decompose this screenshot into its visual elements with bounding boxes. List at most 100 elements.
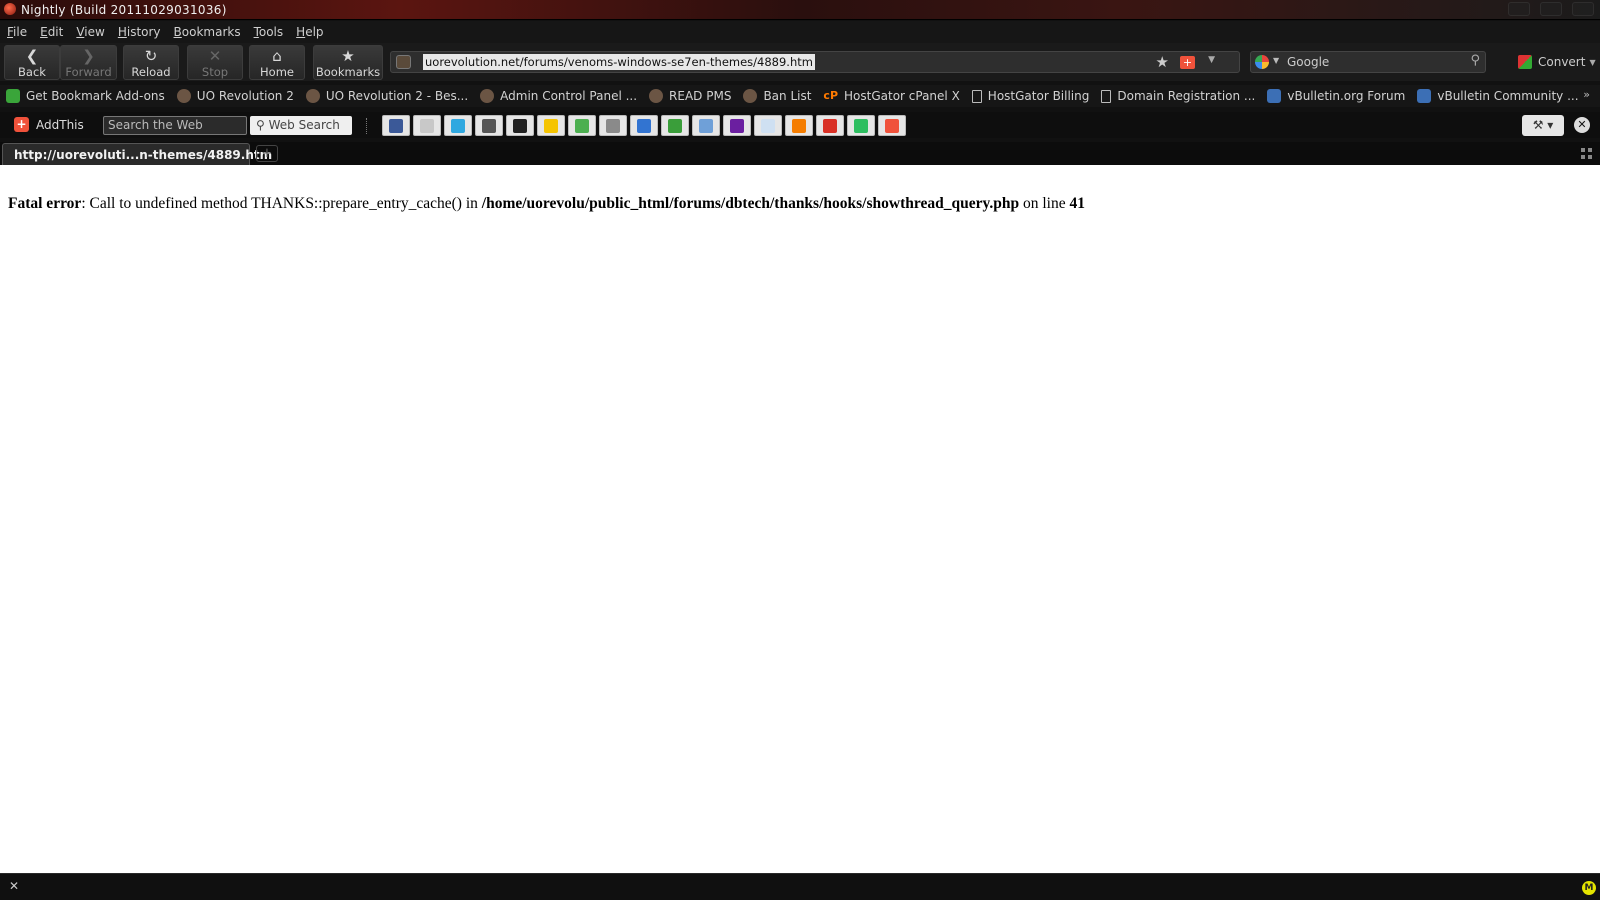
more-icon[interactable] bbox=[878, 115, 906, 136]
google-engine-icon[interactable] bbox=[1255, 55, 1269, 69]
addthis-button[interactable]: + AddThis bbox=[14, 117, 84, 132]
google-icon[interactable] bbox=[568, 115, 596, 136]
menu-edit[interactable]: Edit bbox=[40, 25, 63, 39]
minimize-button[interactable] bbox=[1508, 2, 1530, 16]
yahoo-icon[interactable] bbox=[723, 115, 751, 136]
delicious-icon[interactable] bbox=[630, 115, 658, 136]
digg-icon[interactable] bbox=[599, 115, 627, 136]
close-window-button[interactable] bbox=[1572, 2, 1594, 16]
convert-icon bbox=[1518, 55, 1532, 69]
uo-favicon-icon bbox=[176, 89, 191, 103]
twitter-icon[interactable] bbox=[444, 115, 472, 136]
search-bar[interactable]: ▼ Google ⚲ bbox=[1250, 51, 1486, 73]
convert-label: Convert bbox=[1538, 55, 1586, 69]
php-fatal-error: Fatal error: Call to undefined method TH… bbox=[8, 195, 1085, 213]
web-search-button[interactable]: ⚲ Web Search bbox=[250, 116, 352, 135]
tab-strip: http://uorevoluti...n-themes/4889.htm + bbox=[0, 142, 1600, 165]
bookmarks-toolbar: Get Bookmark Add-ons UO Revolution 2 UO … bbox=[0, 85, 1600, 107]
menu-bookmarks[interactable]: Bookmarks bbox=[174, 25, 241, 39]
uo-favicon-icon bbox=[649, 89, 664, 103]
stumbleupon-icon[interactable] bbox=[661, 115, 689, 136]
back-arrow-icon: ❮ bbox=[25, 47, 39, 65]
bookmark-uo-revolution-2[interactable]: UO Revolution 2 bbox=[176, 89, 294, 103]
error-file-path: /home/uorevolu/public_html/forums/dbtech… bbox=[481, 195, 1020, 212]
reload-icon: ↻ bbox=[144, 47, 158, 65]
close-toolbar-icon[interactable]: ✕ bbox=[1574, 117, 1590, 133]
status-bar: ✕ M bbox=[0, 873, 1600, 900]
bookmark-vbulletin-community[interactable]: vBulletin Community ... bbox=[1417, 89, 1579, 103]
url-history-dropdown-icon[interactable]: ▼ bbox=[1208, 55, 1215, 65]
forward-arrow-icon: ❯ bbox=[82, 47, 95, 65]
home-icon: ⌂ bbox=[272, 47, 282, 65]
home-button[interactable]: ⌂ Home bbox=[249, 45, 305, 80]
stop-icon: ✕ bbox=[208, 47, 222, 65]
tab-current[interactable]: http://uorevoluti...n-themes/4889.htm bbox=[2, 143, 272, 165]
friendfeed-icon[interactable] bbox=[692, 115, 720, 136]
vbulletin-icon bbox=[1267, 89, 1282, 103]
gmail-icon[interactable] bbox=[816, 115, 844, 136]
page-icon bbox=[971, 89, 982, 103]
addon-status-icon[interactable]: M bbox=[1582, 881, 1596, 895]
search-magnifier-icon[interactable]: ⚲ bbox=[1470, 53, 1480, 68]
menu-view[interactable]: View bbox=[76, 25, 104, 39]
menu-history[interactable]: History bbox=[118, 25, 161, 39]
menu-file[interactable]: File bbox=[7, 25, 27, 39]
list-all-tabs-icon[interactable] bbox=[1581, 148, 1592, 159]
addthis-options-button[interactable]: ⚒ ▾ bbox=[1522, 115, 1564, 136]
convert-button[interactable]: Convert ▼ bbox=[1518, 55, 1596, 69]
bookmark-hostgator-billing[interactable]: HostGator Billing bbox=[971, 89, 1089, 103]
back-button[interactable]: ❮ Back bbox=[4, 45, 60, 80]
share-services bbox=[382, 115, 909, 136]
bookmark-get-addons[interactable]: Get Bookmark Add-ons bbox=[6, 89, 165, 103]
page-icon bbox=[1101, 89, 1112, 103]
navigation-toolbar: ❮ Back ❯ Forward ↻ Reload ✕ Stop ⌂ Home … bbox=[0, 43, 1600, 81]
bookmark-hostgator-cpanel[interactable]: cP HostGator cPanel X bbox=[823, 89, 959, 103]
uo-favicon-icon bbox=[743, 89, 758, 103]
addthis-plus-icon: + bbox=[14, 117, 29, 132]
bookmark-admin-control-panel[interactable]: Admin Control Panel ... bbox=[480, 89, 637, 103]
myspace-icon[interactable] bbox=[506, 115, 534, 136]
blogger-icon[interactable] bbox=[785, 115, 813, 136]
cpanel-icon: cP bbox=[823, 89, 839, 102]
error-line-number: 41 bbox=[1069, 195, 1085, 212]
evernote-icon[interactable] bbox=[847, 115, 875, 136]
close-findbar-icon[interactable]: ✕ bbox=[9, 879, 19, 893]
addthis-search-input[interactable]: Search the Web bbox=[103, 116, 247, 135]
menu-tools[interactable]: Tools bbox=[254, 25, 284, 39]
maximize-button[interactable] bbox=[1540, 2, 1562, 16]
bookmark-domain-registration[interactable]: Domain Registration ... bbox=[1101, 89, 1255, 103]
bookmark-uo-revolution-2-best[interactable]: UO Revolution 2 - Bes... bbox=[305, 89, 468, 103]
vbulletin-icon bbox=[1417, 89, 1432, 103]
addthis-share-icon[interactable]: + bbox=[1180, 56, 1195, 69]
search-engine-name: Google bbox=[1287, 55, 1330, 69]
error-message: : Call to undefined method THANKS::prepa… bbox=[81, 195, 482, 212]
uo-favicon-icon bbox=[480, 89, 495, 103]
menu-help[interactable]: Help bbox=[296, 25, 323, 39]
menu-bar: File Edit View History Bookmarks Tools H… bbox=[0, 21, 1600, 43]
nightly-logo-icon bbox=[4, 3, 16, 15]
puzzle-icon bbox=[6, 89, 20, 103]
toolbar-separator bbox=[366, 118, 368, 134]
error-line-text: on line bbox=[1019, 195, 1070, 212]
site-identity-icon[interactable] bbox=[396, 55, 411, 69]
bookmark-read-pms[interactable]: READ PMS bbox=[649, 89, 731, 103]
bookmark-ban-list[interactable]: Ban List bbox=[743, 89, 811, 103]
print-icon[interactable] bbox=[475, 115, 503, 136]
email-icon[interactable] bbox=[413, 115, 441, 136]
bookmark-vbulletin-org-forum[interactable]: vBulletin.org Forum bbox=[1267, 89, 1405, 103]
forward-button[interactable]: ❯ Forward bbox=[60, 45, 117, 80]
new-tab-button[interactable]: + bbox=[256, 145, 278, 162]
bookmark-page-star-icon[interactable]: ★ bbox=[1156, 53, 1169, 71]
favorites-icon[interactable] bbox=[537, 115, 565, 136]
bookmark-star-icon: ★ bbox=[341, 47, 355, 65]
reddit-icon[interactable] bbox=[754, 115, 782, 136]
url-bar[interactable]: uorevolution.net/forums/venoms-windows-s… bbox=[390, 51, 1240, 73]
reload-button[interactable]: ↻ Reload bbox=[123, 45, 179, 80]
engine-dropdown-icon[interactable]: ▼ bbox=[1273, 56, 1279, 65]
more-bookmarks-chevron-icon[interactable]: » bbox=[1583, 88, 1590, 101]
bookmarks-button[interactable]: ★ Bookmarks bbox=[313, 45, 383, 80]
uo-favicon-icon bbox=[305, 89, 320, 103]
facebook-icon[interactable] bbox=[382, 115, 410, 136]
url-text[interactable]: uorevolution.net/forums/venoms-windows-s… bbox=[423, 54, 815, 70]
stop-button[interactable]: ✕ Stop bbox=[187, 45, 243, 80]
